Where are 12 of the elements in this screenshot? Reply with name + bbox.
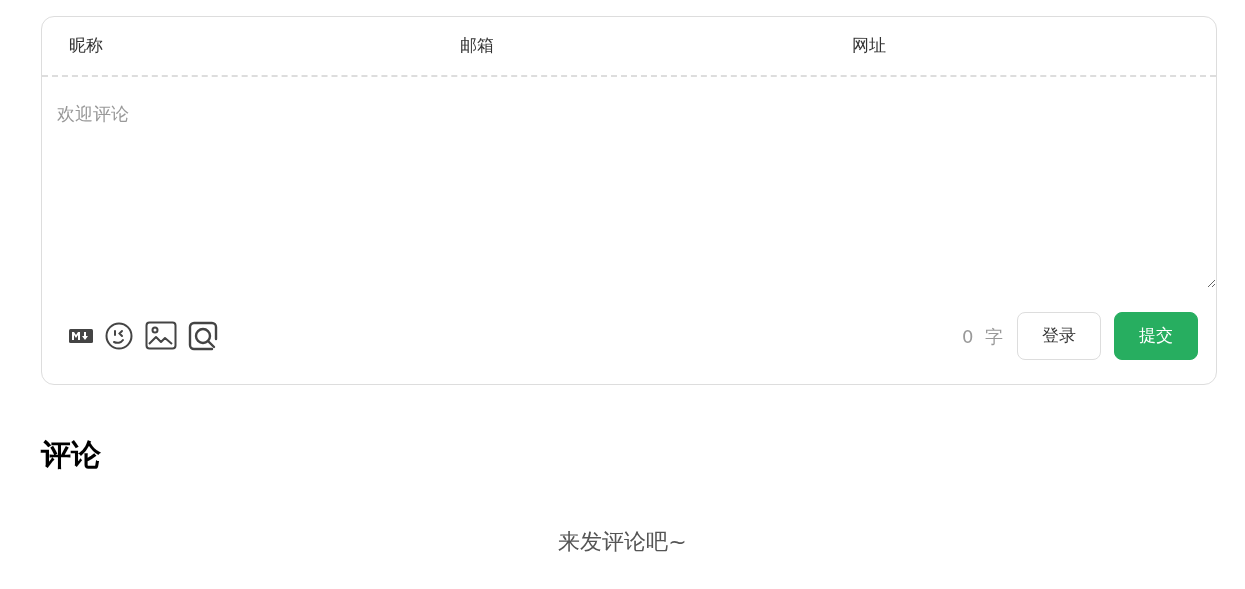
empty-comments-text: 来发评论吧~ [558,528,687,556]
field-label: 邮箱 [460,34,495,58]
word-count: 0 字 [962,324,1003,349]
comments-heading: 评论 [41,436,101,474]
comment-form[interactable]: 昵称 邮箱 网址 欢迎评论 0 字 登录 提交 [41,16,1217,385]
search-icon[interactable] [188,321,218,351]
field-label: 昵称 [69,34,103,58]
image-icon[interactable] [145,321,177,351]
markdown-icon[interactable] [69,329,93,343]
emoji-icon[interactable] [104,321,134,351]
login-button[interactable]: 登录 [1017,312,1101,360]
field-label: 网址 [851,34,886,58]
